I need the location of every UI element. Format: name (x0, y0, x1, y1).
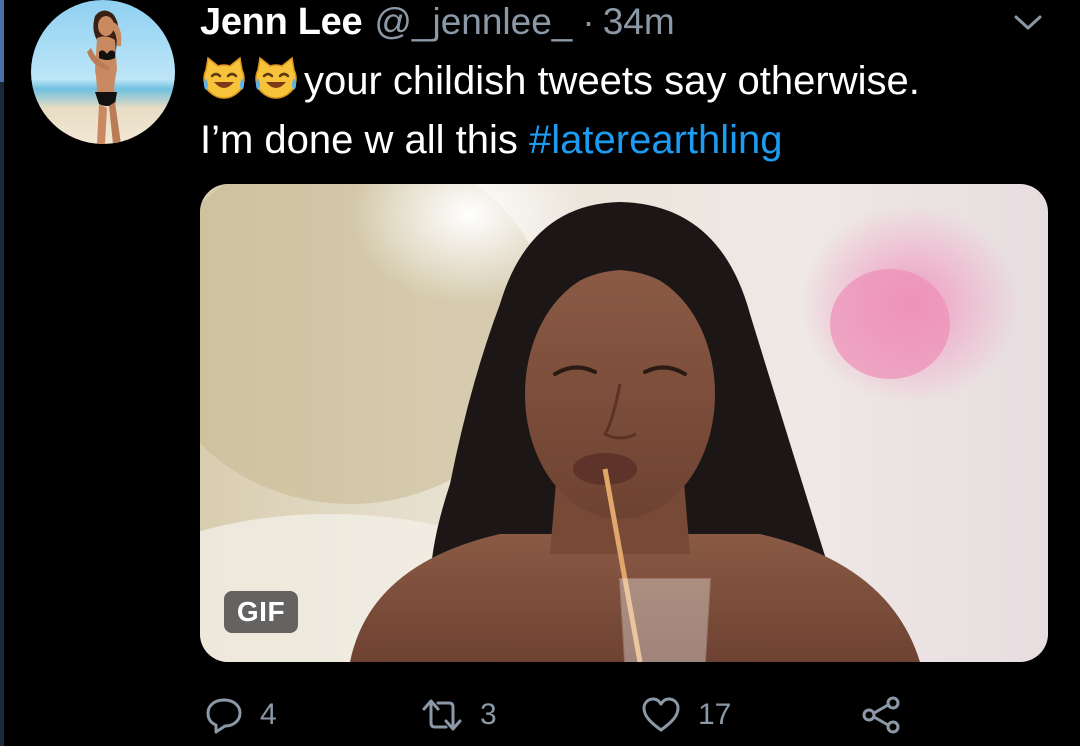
like-button[interactable]: 17 (640, 690, 731, 740)
reply-button[interactable]: 4 (204, 690, 277, 740)
avatar[interactable] (31, 0, 175, 144)
reply-count: 4 (260, 698, 277, 731)
tweet-text-content-2: I’m done w all this (200, 118, 530, 162)
tweet-text-line-2: I’m done w all this #laterearthling (200, 111, 1060, 170)
retweet-button[interactable]: 3 (420, 690, 497, 740)
reply-icon (204, 695, 244, 735)
cat-tears-of-joy-emoji (200, 56, 248, 100)
scroll-indicator (0, 0, 4, 82)
author-handle[interactable]: @_jennlee_ (374, 0, 572, 46)
share-icon (860, 695, 902, 735)
avatar-photo (31, 0, 175, 144)
like-count: 17 (698, 698, 732, 731)
gif-badge: GIF (224, 591, 298, 633)
share-button[interactable] (860, 690, 902, 740)
retweet-icon (420, 695, 464, 735)
window-left-edge (0, 0, 4, 746)
tweet-actions: 4 3 17 (200, 690, 960, 740)
gif-media[interactable]: GIF (200, 184, 1048, 662)
timestamp[interactable]: 34m (603, 0, 675, 46)
tweet-text-content-1: your childish tweets say otherwise. (304, 59, 920, 103)
gif-frame-image (200, 184, 1048, 662)
tweet-text: your childish tweets say otherwise. I’m … (200, 52, 1060, 170)
tweet-header: Jenn Lee @_jennlee_ · 34m (200, 0, 675, 46)
cat-tears-of-joy-emoji (252, 56, 300, 100)
hashtag-link[interactable]: #laterearthling (529, 118, 783, 162)
retweet-count: 3 (480, 698, 497, 731)
separator-dot: · (582, 1, 595, 42)
author-name[interactable]: Jenn Lee (200, 0, 363, 46)
tweet-text-line-1: your childish tweets say otherwise. (200, 52, 1060, 111)
like-icon (640, 695, 682, 735)
chevron-down-icon[interactable] (1008, 8, 1048, 38)
